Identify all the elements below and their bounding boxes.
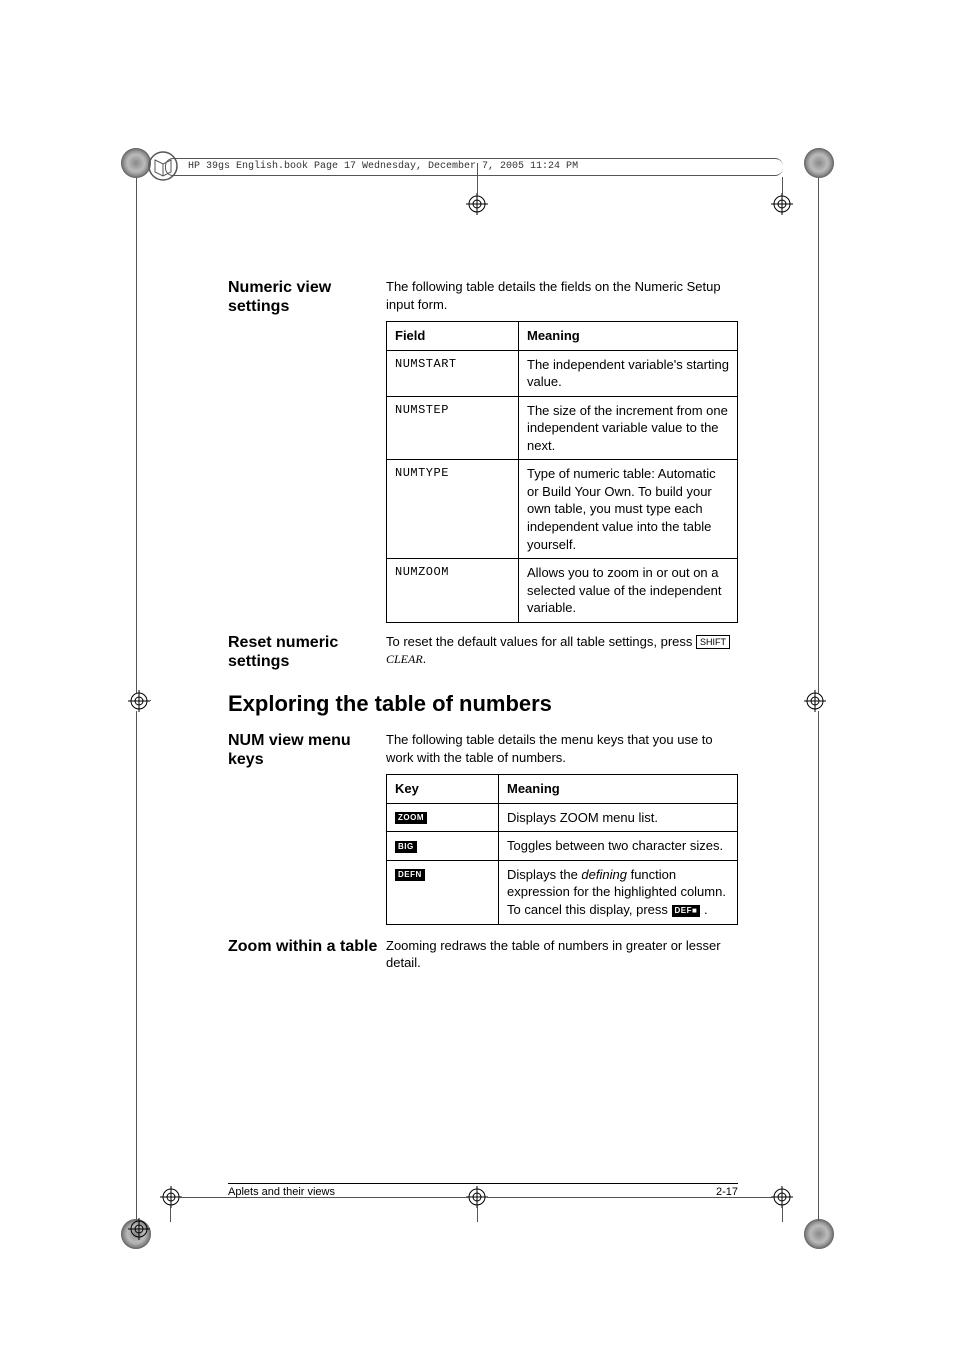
side-heading-reset: Reset numeric settings <box>228 633 386 671</box>
zoom-menu-key: ZOOM <box>395 812 427 824</box>
cell-meaning: Toggles between two character sizes. <box>499 832 738 861</box>
table-row: NUMZOOM Allows you to zoom in or out on … <box>387 559 738 623</box>
registration-mark-icon <box>804 690 826 712</box>
num-menu-intro: The following table details the menu key… <box>386 731 738 766</box>
cell-meaning: Allows you to zoom in or out on a select… <box>519 559 738 623</box>
table-row: NUMTYPE Type of numeric table: Automatic… <box>387 460 738 559</box>
guide-line <box>782 1206 783 1222</box>
section-heading-exploring: Exploring the table of numbers <box>228 691 738 717</box>
clear-key-label: CLEAR <box>386 652 423 666</box>
cell-field: NUMSTART <box>387 350 519 396</box>
shift-key: SHIFT <box>696 635 730 649</box>
side-heading-numeric-view: Numeric view settings <box>228 278 386 623</box>
cell-field: NUMTYPE <box>387 460 519 559</box>
table-header-row: Field Meaning <box>387 322 738 351</box>
guide-line <box>477 1206 478 1222</box>
guide-line <box>477 163 478 195</box>
registration-mark-icon <box>771 193 793 215</box>
cell-field: NUMZOOM <box>387 559 519 623</box>
th-key: Key <box>387 775 499 804</box>
table-row: DEFN Displays the defining function expr… <box>387 860 738 924</box>
reset-text-after: . <box>423 651 427 666</box>
cell-meaning: The independent variable's starting valu… <box>519 350 738 396</box>
cell-meaning: The size of the increment from one indep… <box>519 396 738 460</box>
footer-page-number: 2-17 <box>716 1186 738 1198</box>
defining-word: defining <box>581 867 627 882</box>
reset-text-before: To reset the default values for all tabl… <box>386 634 696 649</box>
defn-text-after: . <box>700 902 707 917</box>
table-row: NUMSTART The independent variable's star… <box>387 350 738 396</box>
guide-line <box>150 700 151 701</box>
guide-line <box>818 178 819 693</box>
page-header-info: HP 39gs English.book Page 17 Wednesday, … <box>165 158 783 176</box>
zoom-body: Zooming redraws the table of numbers in … <box>386 937 738 972</box>
guide-line <box>818 711 819 1221</box>
th-meaning: Meaning <box>499 775 738 804</box>
th-meaning: Meaning <box>519 322 738 351</box>
footer-chapter: Aplets and their views <box>228 1186 335 1198</box>
corner-ornament <box>804 1219 834 1249</box>
numeric-view-intro: The following table details the fields o… <box>386 278 738 313</box>
table-row: ZOOM Displays ZOOM menu list. <box>387 803 738 832</box>
cell-key: DEFN <box>387 860 499 924</box>
registration-mark-icon <box>466 193 488 215</box>
registration-mark-icon <box>771 1186 793 1208</box>
cell-key: ZOOM <box>387 803 499 832</box>
defn-text-before: Displays the <box>507 867 581 882</box>
corner-ornament <box>804 148 834 178</box>
table-row: NUMSTEP The size of the increment from o… <box>387 396 738 460</box>
cell-meaning: Displays the defining function expressio… <box>499 860 738 924</box>
guide-line <box>136 178 137 693</box>
side-heading-zoom: Zoom within a table <box>228 937 386 972</box>
registration-mark-icon <box>160 1186 182 1208</box>
cell-meaning: Displays ZOOM menu list. <box>499 803 738 832</box>
cell-meaning: Type of numeric table: Automatic or Buil… <box>519 460 738 559</box>
cell-field: NUMSTEP <box>387 396 519 460</box>
num-menu-table: Key Meaning ZOOM Displays ZOOM menu list… <box>386 774 738 924</box>
guide-line <box>782 177 783 195</box>
reset-body: To reset the default values for all tabl… <box>386 633 738 671</box>
table-header-row: Key Meaning <box>387 775 738 804</box>
cell-key: BIG <box>387 832 499 861</box>
numeric-view-table: Field Meaning NUMSTART The independent v… <box>386 321 738 623</box>
guide-line <box>136 711 137 1221</box>
side-heading-num-menu: NUM view menu keys <box>228 731 386 924</box>
def-cancel-key: DEF■ <box>672 905 701 917</box>
th-field: Field <box>387 322 519 351</box>
table-row: BIG Toggles between two character sizes. <box>387 832 738 861</box>
defn-menu-key: DEFN <box>395 869 425 881</box>
registration-mark-icon <box>128 690 150 712</box>
big-menu-key: BIG <box>395 841 417 853</box>
registration-mark-icon <box>128 1218 150 1240</box>
guide-line <box>170 1206 171 1222</box>
